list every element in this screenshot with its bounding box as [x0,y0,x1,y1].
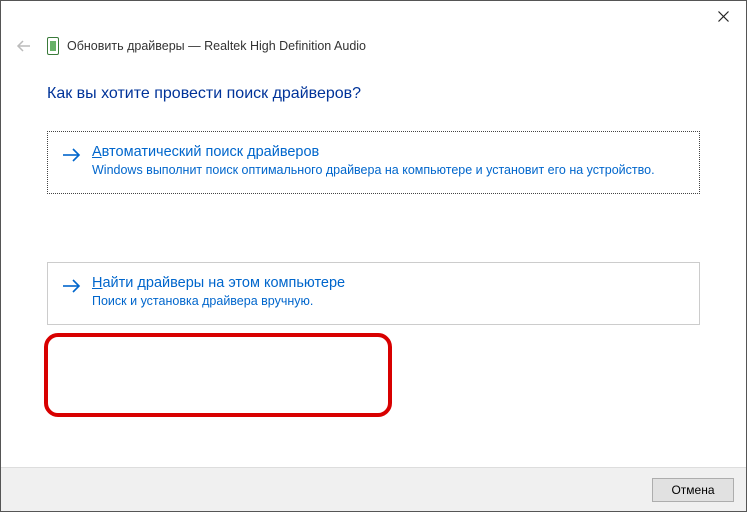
device-icon [47,37,59,55]
update-driver-window: Обновить драйверы — Realtek High Definit… [0,0,747,512]
close-button[interactable] [700,1,746,31]
option-auto-search[interactable]: Автоматический поиск драйверов Windows в… [47,131,700,194]
option-browse-computer[interactable]: Найти драйверы на этом компьютере Поиск … [47,262,700,325]
arrow-left-icon [15,37,33,55]
page-heading: Как вы хотите провести поиск драйверов? [47,85,700,103]
annotation-highlight [44,333,392,417]
option-browse-desc: Поиск и установка драйвера вручную. [92,293,685,310]
footer-bar: Отмена [1,467,746,511]
arrow-right-icon [62,277,82,300]
option-auto-desc: Windows выполнит поиск оптимального драй… [92,162,685,179]
window-title: Обновить драйверы — Realtek High Definit… [67,39,366,53]
title-prefix: Обновить драйверы — [67,39,201,53]
titlebar [1,1,746,31]
arrow-right-icon [62,146,82,169]
back-button[interactable] [13,35,35,57]
option-auto-title: Автоматический поиск драйверов [92,144,685,160]
header-row: Обновить драйверы — Realtek High Definit… [1,31,746,67]
option-browse-title: Найти драйверы на этом компьютере [92,275,685,291]
title-device: Realtek High Definition Audio [204,39,366,53]
content-area: Как вы хотите провести поиск драйверов? … [1,67,746,325]
cancel-button[interactable]: Отмена [652,478,734,502]
close-icon [718,11,729,22]
